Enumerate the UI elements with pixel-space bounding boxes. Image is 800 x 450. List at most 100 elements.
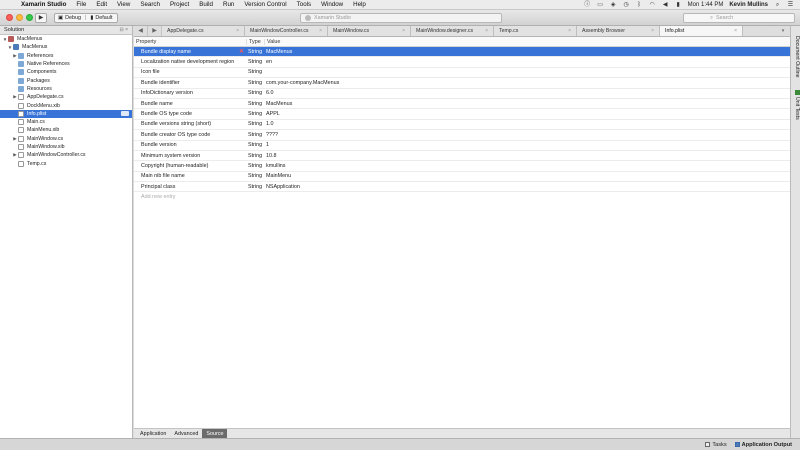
tree-item-packages[interactable]: Packages <box>0 76 132 84</box>
type-cell[interactable]: String <box>246 90 264 96</box>
tree-item-references[interactable]: ▶ References <box>0 52 132 60</box>
spotlight-icon[interactable]: ⌕ <box>774 2 781 8</box>
plist-row[interactable]: Bundle display name ✕ String MacMenus <box>134 47 790 58</box>
close-tab-icon[interactable]: × <box>651 28 654 34</box>
value-cell[interactable]: en <box>264 59 790 65</box>
property-cell[interactable]: Bundle display name ✕ <box>134 49 246 55</box>
tree-item-mainwindowcontroller-cs[interactable]: ▶ MainWindowController.cs <box>0 151 132 159</box>
menu-help[interactable]: Help <box>348 1 371 8</box>
plist-row[interactable]: Icon file String <box>134 68 790 79</box>
tree-item-native-references[interactable]: Native References <box>0 60 132 68</box>
dropbox-icon[interactable]: ◈ <box>610 2 617 8</box>
time-machine-icon[interactable]: ◷ <box>623 2 630 8</box>
tree-item-mainwindow-xib[interactable]: MainWindow.xib <box>0 143 132 151</box>
value-cell[interactable]: ???? <box>264 132 790 138</box>
info-icon[interactable]: ⓘ <box>584 2 591 8</box>
type-cell[interactable]: String <box>246 184 264 190</box>
plist-row[interactable]: Minimum system version String 10.8 <box>134 151 790 162</box>
menu-version-control[interactable]: Version Control <box>239 1 291 8</box>
property-cell[interactable]: Localization native development region <box>134 59 246 65</box>
tree-item-macmenus[interactable]: ▼ MacMenus <box>0 35 132 43</box>
tab-info-plist[interactable]: Info.plist × <box>660 26 743 36</box>
type-cell[interactable]: String <box>246 163 264 169</box>
minimize-window-button[interactable] <box>16 14 23 21</box>
view-tab-advanced[interactable]: Advanced <box>170 429 202 439</box>
item-options-icon[interactable] <box>121 111 129 117</box>
menu-project[interactable]: Project <box>165 1 194 8</box>
value-cell[interactable]: APPL <box>264 111 790 117</box>
property-cell[interactable]: Principal class <box>134 184 246 190</box>
property-cell[interactable]: Bundle versions string (short) <box>134 121 246 127</box>
plist-row[interactable]: Bundle creator OS type code String???? <box>134 130 790 141</box>
wifi-icon[interactable]: ◠ <box>649 2 656 8</box>
tree-item-resources[interactable]: Resources <box>0 85 132 93</box>
value-cell[interactable]: MainMenu <box>264 173 790 179</box>
type-cell[interactable]: String <box>246 101 264 107</box>
plist-row[interactable]: Principal class String NSApplication <box>134 182 790 193</box>
view-tab-source[interactable]: Source <box>202 428 228 439</box>
value-cell[interactable]: 1.0 <box>264 121 790 127</box>
menu-file[interactable]: File <box>71 1 91 8</box>
volume-icon[interactable]: ◀ <box>662 2 669 8</box>
column-header-value[interactable]: Value <box>264 38 790 45</box>
value-cell[interactable]: 1 <box>264 142 790 148</box>
plist-row[interactable]: Localization native development region St… <box>134 57 790 68</box>
plist-row[interactable]: Main nib file name String MainMenu <box>134 172 790 183</box>
type-cell[interactable]: String <box>246 153 264 159</box>
property-cell[interactable]: Icon file <box>134 69 246 75</box>
bluetooth-icon[interactable]: ᛒ <box>636 2 643 8</box>
close-tab-icon[interactable]: × <box>485 28 488 34</box>
tab-overflow-icon[interactable]: ▾ <box>776 26 790 36</box>
close-tab-icon[interactable]: × <box>568 28 571 34</box>
plist-row[interactable]: Bundle name String MacMenus <box>134 99 790 110</box>
menu-view[interactable]: View <box>112 1 135 8</box>
close-tab-icon[interactable]: × <box>319 28 322 34</box>
battery-icon[interactable]: ▮ <box>675 2 682 8</box>
tab-back-icon[interactable]: ◀ <box>134 26 148 36</box>
menu-tools[interactable]: Tools <box>292 1 316 8</box>
user-name[interactable]: Kevin Mullins <box>729 2 768 8</box>
close-window-button[interactable] <box>6 14 13 21</box>
unit-tests-tab[interactable]: Unit Tests <box>792 90 800 120</box>
tab-appdelegate-cs[interactable]: AppDelegate.cs × <box>162 26 245 36</box>
property-cell[interactable]: Bundle name <box>134 101 246 107</box>
plist-row[interactable]: Bundle identifier String com.your-company.… <box>134 78 790 89</box>
tab-mainwindowcontroller-cs[interactable]: MainWindowController.cs × <box>245 26 328 36</box>
tree-item-macmenus[interactable]: ▼ MacMenus <box>0 43 132 51</box>
property-cell[interactable]: Copyright (human-readable) <box>134 163 246 169</box>
tab-assembly-browser[interactable]: Assembly Browser × <box>577 26 660 36</box>
close-tab-icon[interactable]: × <box>734 28 737 34</box>
plist-row[interactable]: InfoDictionary version String 6.0 <box>134 89 790 99</box>
type-cell[interactable]: String <box>246 173 264 179</box>
type-cell[interactable]: String <box>246 59 264 65</box>
value-cell[interactable]: MacMenus <box>264 101 790 107</box>
close-tab-icon[interactable]: × <box>402 28 405 34</box>
tree-item-dockmenu-xib[interactable]: DockMenu.xib <box>0 101 132 109</box>
document-outline-tab[interactable]: Document Outline <box>792 36 800 78</box>
tree-item-components[interactable]: Components <box>0 68 132 76</box>
column-header-type[interactable]: Type <box>246 38 264 45</box>
search-input[interactable]: ⌕ Search <box>683 13 795 23</box>
type-cell[interactable]: String <box>246 49 264 55</box>
configuration-selector[interactable]: ▣ Debug | ▮ Default <box>54 13 118 23</box>
tab-temp-cs[interactable]: Temp.cs × <box>494 26 577 36</box>
view-tab-application[interactable]: Application <box>136 429 170 439</box>
property-cell[interactable]: Bundle creator OS type code <box>134 132 246 138</box>
plist-row[interactable]: Bundle version String 1 <box>134 141 790 151</box>
tree-item-mainmenu-xib[interactable]: MainMenu.xib <box>0 126 132 134</box>
value-cell[interactable]: NSApplication <box>264 184 790 190</box>
value-cell[interactable]: 10.8 <box>264 153 790 159</box>
value-cell[interactable]: com.your-company.MacMenus <box>264 80 790 86</box>
add-new-entry[interactable]: Add new entry <box>134 192 790 202</box>
menu-window[interactable]: Window <box>316 1 348 8</box>
type-cell[interactable]: String <box>246 69 264 75</box>
tree-item-info-plist[interactable]: Info.plist <box>0 109 132 118</box>
tree-item-temp-cs[interactable]: Temp.cs <box>0 159 132 167</box>
tree-item-main-cs[interactable]: Main.cs <box>0 118 132 126</box>
tab-mainwindow-designer-cs[interactable]: MainWindow.designer.cs × <box>411 26 494 36</box>
menu-build[interactable]: Build <box>194 1 218 8</box>
value-cell[interactable]: 6.0 <box>264 90 790 96</box>
tree-item-mainwindow-cs[interactable]: ▶ MainWindow.cs <box>0 135 132 143</box>
application-output-button[interactable]: Application Output <box>734 442 792 448</box>
tasks-button[interactable]: Tasks <box>705 442 727 448</box>
